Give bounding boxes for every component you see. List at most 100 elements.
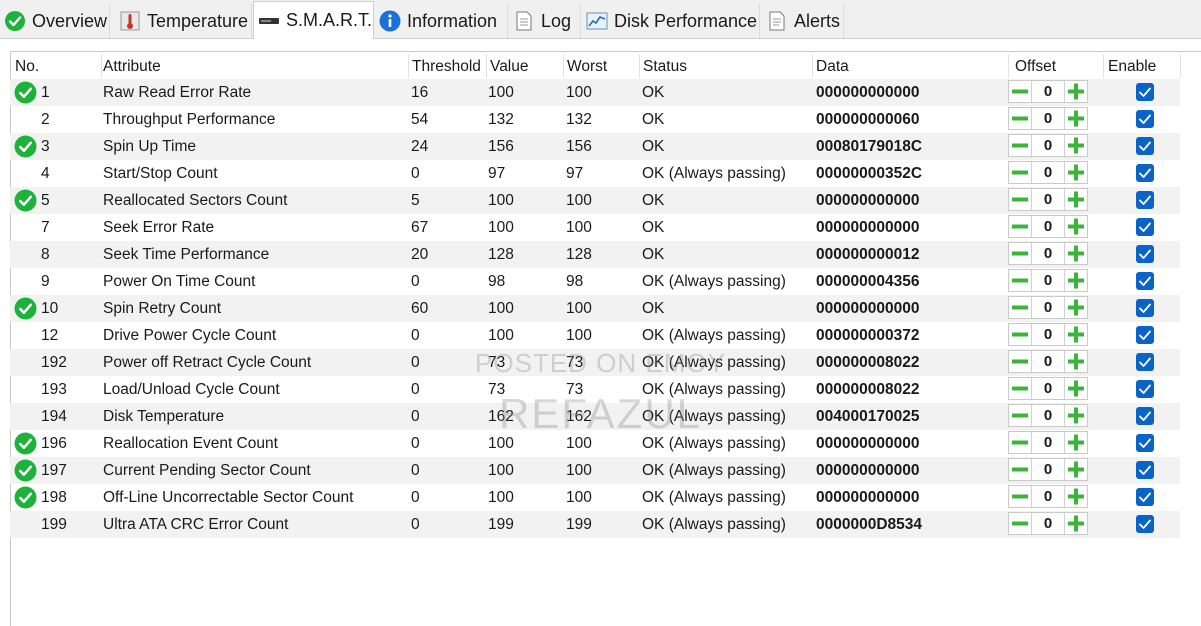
column-header-worst[interactable]: Worst (567, 52, 607, 79)
minus-icon[interactable] (1009, 297, 1032, 318)
offset-value[interactable]: 0 (1032, 108, 1064, 129)
offset-value[interactable]: 0 (1032, 432, 1064, 453)
table-row[interactable]: 5 Reallocated Sectors Count 5 100 100 OK 00000… (10, 187, 1180, 214)
enable-checkbox[interactable] (1136, 245, 1154, 263)
column-header-attribute[interactable]: Attribute (103, 52, 161, 79)
offset-value[interactable]: 0 (1032, 324, 1064, 345)
offset-stepper[interactable]: 0 (1008, 269, 1088, 292)
table-row[interactable]: 192 Power off Retract Cycle Count 0 73 73 OK … (10, 349, 1180, 376)
plus-icon[interactable] (1064, 81, 1087, 102)
column-header-status[interactable]: Status (643, 52, 687, 79)
table-row[interactable]: 7 Seek Error Rate 67 100 100 OK 000000000000 0 (10, 214, 1180, 241)
enable-checkbox[interactable] (1136, 191, 1154, 209)
tab-information[interactable]: Information (375, 4, 508, 38)
offset-value[interactable]: 0 (1032, 135, 1064, 156)
plus-icon[interactable] (1064, 135, 1087, 156)
minus-icon[interactable] (1009, 378, 1032, 399)
plus-icon[interactable] (1064, 189, 1087, 210)
enable-checkbox[interactable] (1136, 515, 1154, 533)
enable-checkbox[interactable] (1136, 380, 1154, 398)
table-row[interactable]: 9 Power On Time Count 0 98 98 OK (Always pass… (10, 268, 1180, 295)
minus-icon[interactable] (1009, 135, 1032, 156)
enable-checkbox[interactable] (1136, 83, 1154, 101)
offset-value[interactable]: 0 (1032, 81, 1064, 102)
plus-icon[interactable] (1064, 216, 1087, 237)
offset-stepper[interactable]: 0 (1008, 107, 1088, 130)
column-header-offset[interactable]: Offset (1015, 52, 1056, 79)
plus-icon[interactable] (1064, 270, 1087, 291)
minus-icon[interactable] (1009, 81, 1032, 102)
table-row[interactable]: 198 Off-Line Uncorrectable Sector Count 0 1… (10, 484, 1180, 511)
enable-checkbox[interactable] (1136, 488, 1154, 506)
table-row[interactable]: 2 Throughput Performance 54 132 132 OK 0000000… (10, 106, 1180, 133)
offset-stepper[interactable]: 0 (1008, 188, 1088, 211)
column-header-value[interactable]: Value (490, 52, 529, 79)
minus-icon[interactable] (1009, 243, 1032, 264)
plus-icon[interactable] (1064, 405, 1087, 426)
column-header-no[interactable]: No. (15, 52, 39, 79)
enable-checkbox[interactable] (1136, 299, 1154, 317)
table-row[interactable]: 4 Start/Stop Count 0 97 97 OK (Always passing… (10, 160, 1180, 187)
offset-stepper[interactable]: 0 (1008, 485, 1088, 508)
plus-icon[interactable] (1064, 459, 1087, 480)
enable-checkbox[interactable] (1136, 272, 1154, 290)
enable-checkbox[interactable] (1136, 164, 1154, 182)
table-row[interactable]: 1 Raw Read Error Rate 16 100 100 OK 0000000000… (10, 79, 1180, 106)
minus-icon[interactable] (1009, 351, 1032, 372)
table-row[interactable]: 197 Current Pending Sector Count 0 100 100 OK… (10, 457, 1180, 484)
column-header-data[interactable]: Data (816, 52, 849, 79)
plus-icon[interactable] (1064, 297, 1087, 318)
offset-value[interactable]: 0 (1032, 189, 1064, 210)
minus-icon[interactable] (1009, 270, 1032, 291)
table-row[interactable]: 199 Ultra ATA CRC Error Count 0 199 199 OK (A… (10, 511, 1180, 538)
offset-value[interactable]: 0 (1032, 513, 1064, 534)
offset-stepper[interactable]: 0 (1008, 80, 1088, 103)
enable-checkbox[interactable] (1136, 434, 1154, 452)
enable-checkbox[interactable] (1136, 407, 1154, 425)
tab-log[interactable]: Log (509, 4, 581, 38)
table-row[interactable]: 193 Load/Unload Cycle Count 0 73 73 OK (Alway… (10, 376, 1180, 403)
enable-checkbox[interactable] (1136, 461, 1154, 479)
tab-alerts[interactable]: Alerts (762, 4, 844, 38)
tab-disk-performance[interactable]: Disk Performance (582, 4, 760, 38)
tab-temperature[interactable]: Temperature (115, 4, 252, 38)
minus-icon[interactable] (1009, 324, 1032, 345)
minus-icon[interactable] (1009, 459, 1032, 480)
minus-icon[interactable] (1009, 162, 1032, 183)
offset-stepper[interactable]: 0 (1008, 134, 1088, 157)
minus-icon[interactable] (1009, 405, 1032, 426)
minus-icon[interactable] (1009, 189, 1032, 210)
plus-icon[interactable] (1064, 432, 1087, 453)
offset-stepper[interactable]: 0 (1008, 404, 1088, 427)
offset-stepper[interactable]: 0 (1008, 296, 1088, 319)
offset-stepper[interactable]: 0 (1008, 242, 1088, 265)
offset-stepper[interactable]: 0 (1008, 458, 1088, 481)
enable-checkbox[interactable] (1136, 218, 1154, 236)
plus-icon[interactable] (1064, 351, 1087, 372)
plus-icon[interactable] (1064, 324, 1087, 345)
offset-stepper[interactable]: 0 (1008, 215, 1088, 238)
table-row[interactable]: 8 Seek Time Performance 20 128 128 OK 00000000… (10, 241, 1180, 268)
column-header-threshold[interactable]: Threshold (412, 52, 481, 79)
offset-value[interactable]: 0 (1032, 243, 1064, 264)
offset-value[interactable]: 0 (1032, 378, 1064, 399)
offset-stepper[interactable]: 0 (1008, 161, 1088, 184)
table-row[interactable]: 196 Reallocation Event Count 0 100 100 OK (Al… (10, 430, 1180, 457)
tab-smart[interactable]: S.M.A.R.T. (253, 1, 374, 39)
offset-value[interactable]: 0 (1032, 459, 1064, 480)
offset-stepper[interactable]: 0 (1008, 512, 1088, 535)
minus-icon[interactable] (1009, 432, 1032, 453)
offset-value[interactable]: 0 (1032, 297, 1064, 318)
minus-icon[interactable] (1009, 108, 1032, 129)
plus-icon[interactable] (1064, 243, 1087, 264)
enable-checkbox[interactable] (1136, 326, 1154, 344)
tab-overview[interactable]: Overview (0, 4, 110, 38)
offset-stepper[interactable]: 0 (1008, 323, 1088, 346)
plus-icon[interactable] (1064, 513, 1087, 534)
column-header-enable[interactable]: Enable (1108, 52, 1156, 79)
plus-icon[interactable] (1064, 486, 1087, 507)
plus-icon[interactable] (1064, 378, 1087, 399)
offset-value[interactable]: 0 (1032, 216, 1064, 237)
offset-value[interactable]: 0 (1032, 162, 1064, 183)
plus-icon[interactable] (1064, 162, 1087, 183)
